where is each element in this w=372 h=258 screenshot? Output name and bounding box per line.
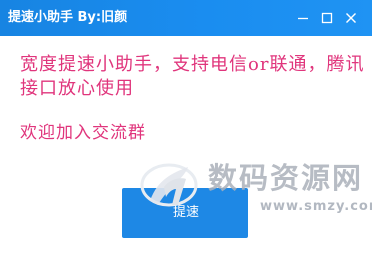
close-button[interactable] <box>341 8 361 28</box>
app-window: 提速小助手 By:旧颜 宽度提速小助手，支持电信or联通，腾讯接口放心使用 欢迎… <box>0 0 372 258</box>
content-area: 宽度提速小助手，支持电信or联通，腾讯接口放心使用 欢迎加入交流群 提速 <box>0 36 372 258</box>
title-bar[interactable]: 提速小助手 By:旧颜 <box>0 0 372 36</box>
minimize-button[interactable] <box>293 8 313 28</box>
maximize-icon <box>321 12 333 24</box>
speedup-button[interactable]: 提速 <box>122 188 248 238</box>
maximize-button[interactable] <box>317 8 337 28</box>
window-title: 提速小助手 By:旧颜 <box>8 10 128 25</box>
info-message: 宽度提速小助手，支持电信or联通，腾讯接口放心使用 <box>20 54 365 99</box>
speedup-button-label: 提速 <box>173 205 200 220</box>
minimize-icon <box>298 17 308 20</box>
group-link[interactable]: 欢迎加入交流群 <box>20 122 146 144</box>
close-icon <box>346 13 356 23</box>
